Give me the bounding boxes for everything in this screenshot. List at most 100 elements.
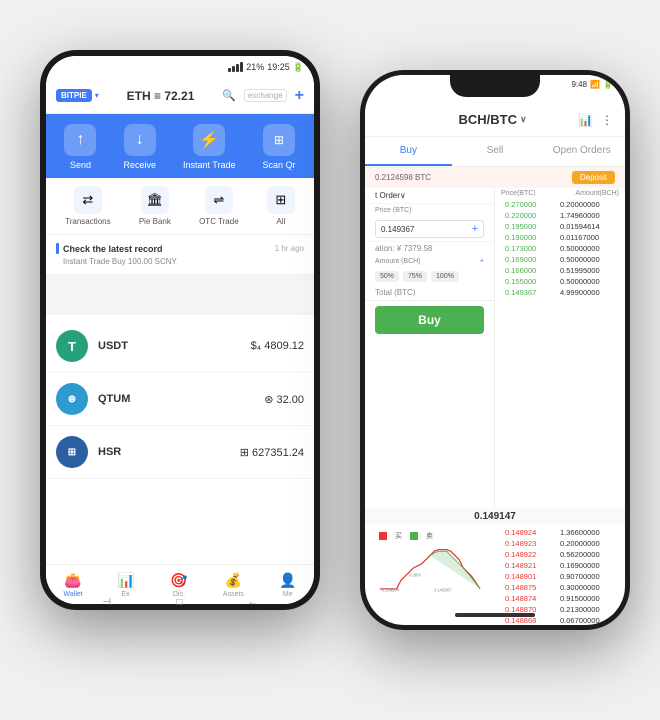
sell-amount-5: 0.50000000 xyxy=(560,244,600,253)
home-btn: □ xyxy=(176,597,182,608)
price-plus[interactable]: + xyxy=(472,223,478,235)
buy-legend-dot xyxy=(379,532,387,540)
sell-price-9: 0.149367 xyxy=(505,288,560,297)
phones-container: 21% 19:25 🔋 BITPIE ▾ ETH ≡ 72.21 🔍 excha… xyxy=(20,20,640,700)
hsr-logo: ⊞ xyxy=(56,436,88,468)
asset-hsr[interactable]: ⊞ HSR ⊞ 627351.24 xyxy=(46,426,314,479)
asset-qtum[interactable]: ⊛ QTUM ⊛ 32.00 xyxy=(46,373,314,426)
sell-row-3: 0.195000 0.01594614 xyxy=(495,221,625,232)
pie-bank-action[interactable]: 🏛 Pie Bank xyxy=(139,186,171,226)
all-action[interactable]: ⊞ All xyxy=(267,186,295,226)
buy-row-3: 0.148922 0.56200000 xyxy=(495,549,625,560)
buy-button[interactable]: Buy xyxy=(375,306,484,334)
svg-text:0.30%: 0.30% xyxy=(409,572,421,577)
search-icon[interactable]: 🔍 xyxy=(222,89,236,102)
chart-book-section: 买 卖 0.148924 0.149367 0.30% xyxy=(365,525,625,625)
sell-row-5: 0.173000 0.50000000 xyxy=(495,243,625,254)
record-title: Check the latest record xyxy=(56,243,163,254)
nav-me[interactable]: 👤 Me xyxy=(279,572,296,598)
iphone-bezel: 9:48 📶 🔋 BCH/BTC ∨ 📊 ⋮ Buy xyxy=(365,75,625,625)
transactions-action[interactable]: ⇄ Transactions xyxy=(65,186,111,226)
otc-trade-action[interactable]: ⇌ OTC Trade xyxy=(199,186,239,226)
record-header: Check the latest record 1 hr ago xyxy=(56,243,304,254)
iphone-header: BCH/BTC ∨ 📊 ⋮ xyxy=(365,103,625,137)
assets-list: T USDT $₄ 4809.12 ⊛ QTUM ⊛ 32.00 ⊞ HSR ⊞… xyxy=(46,315,314,484)
tab-open-orders[interactable]: Open Orders xyxy=(538,137,625,166)
menu-icon[interactable]: ⋮ xyxy=(601,113,613,127)
sell-row-6: 0.169000 0.50000000 xyxy=(495,254,625,265)
usdt-name: USDT xyxy=(98,340,251,352)
scan-qr-action[interactable]: ⊞ Scan Qr xyxy=(262,124,295,170)
pair-chevron: ∨ xyxy=(520,114,527,125)
chart-icon[interactable]: 📊 xyxy=(578,113,593,127)
all-icon: ⊞ xyxy=(267,186,295,214)
price-input[interactable]: 0.149367 + xyxy=(375,220,484,238)
sell-row-1: 0.270000 0.20000000 xyxy=(495,199,625,210)
record-bar-indicator xyxy=(56,243,59,254)
add-button[interactable]: + xyxy=(295,87,304,105)
receive-action[interactable]: ↓ Receive xyxy=(123,124,156,170)
pct-100[interactable]: 100% xyxy=(431,271,459,282)
blue-action-bar: ↑ Send ↓ Receive ⚡ Instant Trade ⊞ Scan … xyxy=(46,114,314,178)
sell-row-2: 0.220000 1.74960000 xyxy=(495,210,625,221)
buy-amount-4: 0.16900000 xyxy=(560,561,600,570)
total-row: Total (BTC) xyxy=(365,285,494,301)
sell-price-6: 0.169000 xyxy=(505,255,560,264)
instant-trade-action[interactable]: ⚡ Instant Trade xyxy=(183,124,236,170)
tab-buy[interactable]: Buy xyxy=(365,137,452,166)
sell-price-4: 0.190000 xyxy=(505,233,560,242)
all-label: All xyxy=(276,217,285,226)
nav-discover[interactable]: 🎯 Dis· xyxy=(170,572,187,598)
eth-balance: ETH ≡ 72.21 xyxy=(99,89,222,103)
asset-usdt[interactable]: T USDT $₄ 4809.12 xyxy=(46,320,314,373)
sell-row-7: 0.166000 0.51995000 xyxy=(495,265,625,276)
pct-75[interactable]: 75% xyxy=(403,271,427,282)
empty-space xyxy=(46,275,314,315)
order-form: t Order ∨ Price (BTC) 0.149367 + ation: … xyxy=(365,188,495,508)
deposit-button[interactable]: Deposit xyxy=(572,171,615,184)
book-legend: 买 卖 xyxy=(369,529,491,543)
pair-title[interactable]: BCH/BTC ∨ xyxy=(458,112,526,127)
order-type-label: t Order xyxy=(375,191,400,200)
assets-nav-icon: 💰 xyxy=(225,572,242,589)
nav-wallet[interactable]: 👛 Wallet xyxy=(64,572,83,598)
chart-area: 买 卖 0.148924 0.149367 0.30% xyxy=(365,525,495,625)
buy-amount-9: 0.06700000 xyxy=(560,616,600,625)
svg-text:0.148924: 0.148924 xyxy=(382,587,400,592)
nav-assets[interactable]: 💰 Assets xyxy=(223,572,244,598)
buy-row-6: 0.148875 0.30000000 xyxy=(495,582,625,593)
sell-amount-6: 0.50000000 xyxy=(560,255,600,264)
pct-50[interactable]: 50% xyxy=(375,271,399,282)
buy-price-7: 0.148874 xyxy=(505,594,560,603)
iphone: 9:48 📶 🔋 BCH/BTC ∨ 📊 ⋮ Buy xyxy=(360,70,630,630)
bitpie-logo: BITPIE xyxy=(56,89,92,102)
secondary-actions: ⇄ Transactions 🏛 Pie Bank ⇌ OTC Trade ⊞ … xyxy=(46,178,314,235)
android-app-header: BITPIE ▾ ETH ≡ 72.21 🔍 exchange + xyxy=(46,78,314,114)
order-book: Price(BTC) Amount(BCH) 0.270000 0.200000… xyxy=(495,188,625,508)
battery-icon: 🔋 xyxy=(293,62,304,73)
android-status-bar: 21% 19:25 🔋 xyxy=(46,56,314,78)
price-column-label: Price (BTC) xyxy=(365,204,494,217)
trading-area: t Order ∨ Price (BTC) 0.149367 + ation: … xyxy=(365,188,625,508)
nav-exchange[interactable]: 📊 Ex· xyxy=(118,572,135,598)
book-header: Price(BTC) Amount(BCH) xyxy=(495,188,625,199)
buy-row-7: 0.148874 0.91500000 xyxy=(495,593,625,604)
sell-price-7: 0.166000 xyxy=(505,266,560,275)
buy-amount-8: 0.21300000 xyxy=(560,605,600,614)
android-home-bar: ⊣ □ ← xyxy=(40,597,320,608)
order-type-row: t Order ∨ xyxy=(365,188,494,204)
mini-chart-svg: 0.148924 0.149367 0.30% xyxy=(369,543,491,593)
buy-price-6: 0.148875 xyxy=(505,583,560,592)
order-type-chevron: ∨ xyxy=(400,191,406,200)
sell-amount-7: 0.51995000 xyxy=(560,266,600,275)
exchange-label[interactable]: exchange xyxy=(244,89,287,102)
pie-bank-icon: 🏛 xyxy=(141,186,169,214)
sell-amount-8: 0.50000000 xyxy=(560,277,600,286)
sell-amount-2: 1.74960000 xyxy=(560,211,600,220)
amount-plus[interactable]: + xyxy=(480,258,484,265)
buy-amount-7: 0.91500000 xyxy=(560,594,600,603)
buy-amount-5: 0.90700000 xyxy=(560,572,600,581)
tab-sell[interactable]: Sell xyxy=(452,137,539,166)
back-btn: ← xyxy=(247,597,257,608)
send-action[interactable]: ↑ Send xyxy=(64,124,96,170)
